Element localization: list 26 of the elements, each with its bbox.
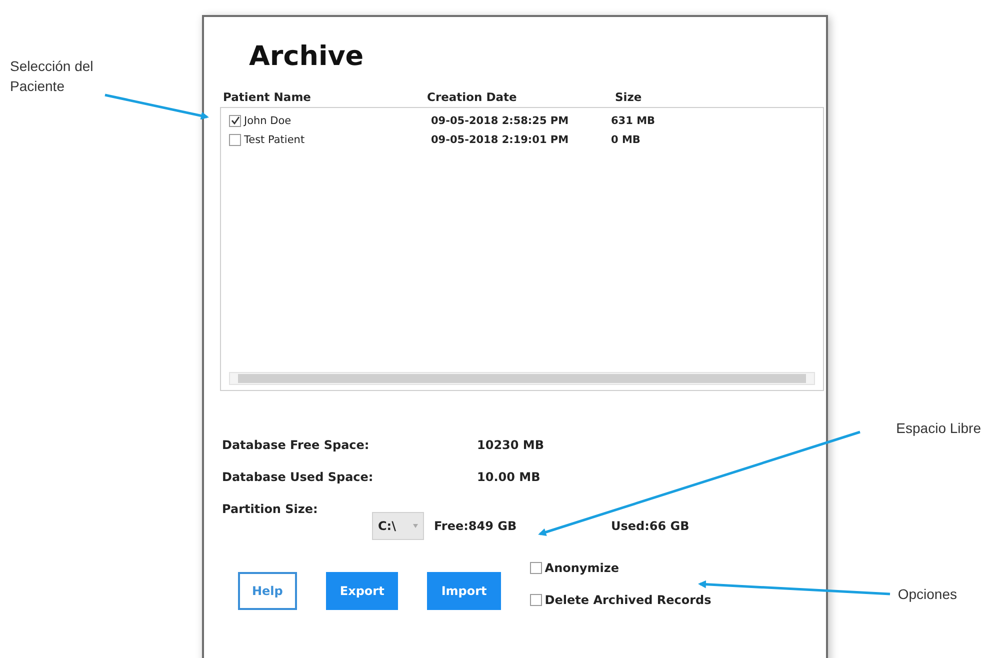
option-label: Delete Archived Records bbox=[544, 593, 712, 607]
callout-label: Opciones bbox=[898, 585, 957, 604]
action-button[interactable]: Export bbox=[326, 572, 398, 610]
creation-date: 09-05-2018 2:19:01 PM bbox=[431, 134, 570, 146]
used-space: Used:66 GB bbox=[611, 519, 690, 533]
partition-label: Partition Size: bbox=[222, 502, 319, 516]
column-header: Size bbox=[615, 90, 643, 104]
size-value: 0 MB bbox=[611, 134, 642, 146]
column-header: Patient Name bbox=[223, 90, 312, 104]
panel-title: Archive bbox=[248, 41, 365, 72]
callout-label: Selección del Paciente bbox=[10, 57, 94, 96]
patient-name: Test Patient bbox=[244, 134, 305, 146]
free-space: Free:849 GB bbox=[434, 519, 518, 533]
creation-date: 09-05-2018 2:58:25 PM bbox=[431, 114, 570, 126]
option-label: Anonymize bbox=[544, 561, 619, 575]
stat-value: 10.00 MB bbox=[477, 470, 542, 484]
stat-label: Database Used Space: bbox=[222, 470, 374, 484]
stat-value: 10230 MB bbox=[477, 438, 546, 452]
stat-label: Database Free Space: bbox=[222, 438, 370, 452]
callout-label: Espacio Libre bbox=[896, 419, 981, 438]
column-header: Creation Date bbox=[427, 90, 518, 104]
action-button[interactable]: Import bbox=[427, 572, 501, 610]
size-value: 631 MB bbox=[611, 114, 656, 126]
drive-dropdown[interactable]: C:\ bbox=[372, 512, 424, 540]
patient-name: John Doe bbox=[244, 114, 292, 126]
help-button[interactable]: Help bbox=[238, 572, 297, 610]
